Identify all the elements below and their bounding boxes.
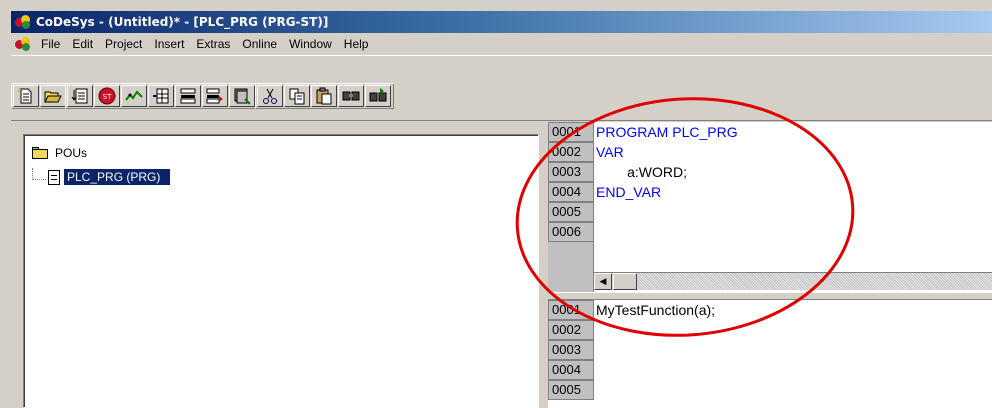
body-line-5[interactable]: 0005: [548, 380, 992, 400]
body-line-2[interactable]: 0002: [548, 320, 992, 340]
menu-window[interactable]: Window: [283, 37, 338, 51]
object-organizer: POUs PLC_PRG (PRG): [11, 122, 545, 408]
line-number: 0006: [548, 222, 594, 242]
grid-icon[interactable]: [148, 85, 174, 107]
menu-bar: File Edit Project Insert Extras Online W…: [11, 33, 992, 55]
scroll-left-icon[interactable]: ◀: [594, 273, 612, 290]
tree-item-plc-prg[interactable]: PLC_PRG (PRG): [32, 168, 171, 185]
line-number: 0003: [548, 162, 594, 182]
copy-icon[interactable]: [284, 85, 310, 107]
window-title: CoDeSys - (Untitled)* - [PLC_PRG (PRG-ST…: [36, 15, 329, 29]
code-text: a:WORD;: [596, 164, 688, 180]
line-number: 0001: [548, 300, 594, 320]
find-icon[interactable]: [338, 85, 364, 107]
stop-icon[interactable]: ST: [94, 85, 120, 107]
menu-help[interactable]: Help: [338, 37, 375, 51]
toolbar-group-edit: [255, 83, 394, 109]
tree-connector: [32, 168, 46, 180]
find-next-icon[interactable]: [365, 85, 391, 107]
debug-icon[interactable]: [229, 85, 255, 107]
code-text: END_VAR: [596, 184, 662, 200]
menu-file[interactable]: File: [35, 37, 66, 51]
login-icon[interactable]: [202, 85, 228, 107]
title-bar[interactable]: CoDeSys - (Untitled)* - [PLC_PRG (PRG-ST…: [11, 11, 992, 33]
run-icon[interactable]: [175, 85, 201, 107]
line-number: 0004: [548, 360, 594, 380]
codesys-window: CoDeSys - (Untitled)* - [PLC_PRG (PRG-ST…: [0, 0, 992, 408]
code-text: VAR: [596, 144, 624, 160]
paste-icon[interactable]: [311, 85, 337, 107]
scroll-thumb[interactable]: [613, 273, 637, 290]
menu-extras[interactable]: Extras: [190, 37, 236, 51]
body-line-4[interactable]: 0004: [548, 360, 992, 380]
code-text: MyTestFunction(a);: [596, 302, 716, 318]
code-text: PROGRAM PLC_PRG: [596, 124, 738, 140]
line-gutter: [548, 242, 594, 292]
menu-online[interactable]: Online: [236, 37, 283, 51]
line-number: 0002: [548, 320, 594, 340]
decl-line-6[interactable]: 0006: [548, 222, 992, 242]
toolbar-group-online: ST: [65, 83, 258, 109]
menu-insert[interactable]: Insert: [148, 37, 190, 51]
st-editor: 0001 PROGRAM PLC_PRG 0002 VAR 0003 a:WOR…: [548, 122, 992, 408]
codesys-app-icon: [15, 15, 31, 29]
line-number: 0005: [548, 380, 594, 400]
svg-text:ST: ST: [103, 93, 112, 101]
decl-line-2[interactable]: 0002 VAR: [548, 142, 992, 162]
cut-icon[interactable]: [257, 85, 283, 107]
decl-line-1[interactable]: 0001 PROGRAM PLC_PRG: [548, 122, 992, 142]
decl-line-5[interactable]: 0005: [548, 202, 992, 222]
menu-edit[interactable]: Edit: [66, 37, 99, 51]
line-number: 0003: [548, 340, 594, 360]
pou-document-icon: [48, 169, 60, 185]
line-number: 0001: [548, 122, 594, 142]
new-icon[interactable]: [13, 85, 39, 107]
tree-root-label: POUs: [55, 146, 88, 160]
menu-project[interactable]: Project: [99, 37, 148, 51]
open-icon[interactable]: [40, 85, 66, 107]
decl-line-4[interactable]: 0004 END_VAR: [548, 182, 992, 202]
body-line-1[interactable]: 0001 MyTestFunction(a);: [548, 300, 992, 320]
pou-tree[interactable]: POUs PLC_PRG (PRG): [23, 134, 539, 408]
decl-line-3[interactable]: 0003 a:WORD;: [548, 162, 992, 182]
toolbar: ST: [11, 55, 992, 121]
build-icon[interactable]: [67, 85, 93, 107]
tree-root-pous[interactable]: POUs: [32, 145, 90, 161]
line-number: 0004: [548, 182, 594, 202]
document-menu-icon[interactable]: [15, 37, 31, 51]
tree-item-label: PLC_PRG (PRG): [64, 169, 171, 185]
line-number: 0002: [548, 142, 594, 162]
line-number: 0005: [548, 202, 594, 222]
horizontal-scrollbar[interactable]: ◀: [594, 272, 992, 290]
body-line-3[interactable]: 0003: [548, 340, 992, 360]
step-icon[interactable]: [121, 85, 147, 107]
pane-splitter[interactable]: [548, 292, 992, 300]
folder-open-icon: [32, 147, 48, 159]
